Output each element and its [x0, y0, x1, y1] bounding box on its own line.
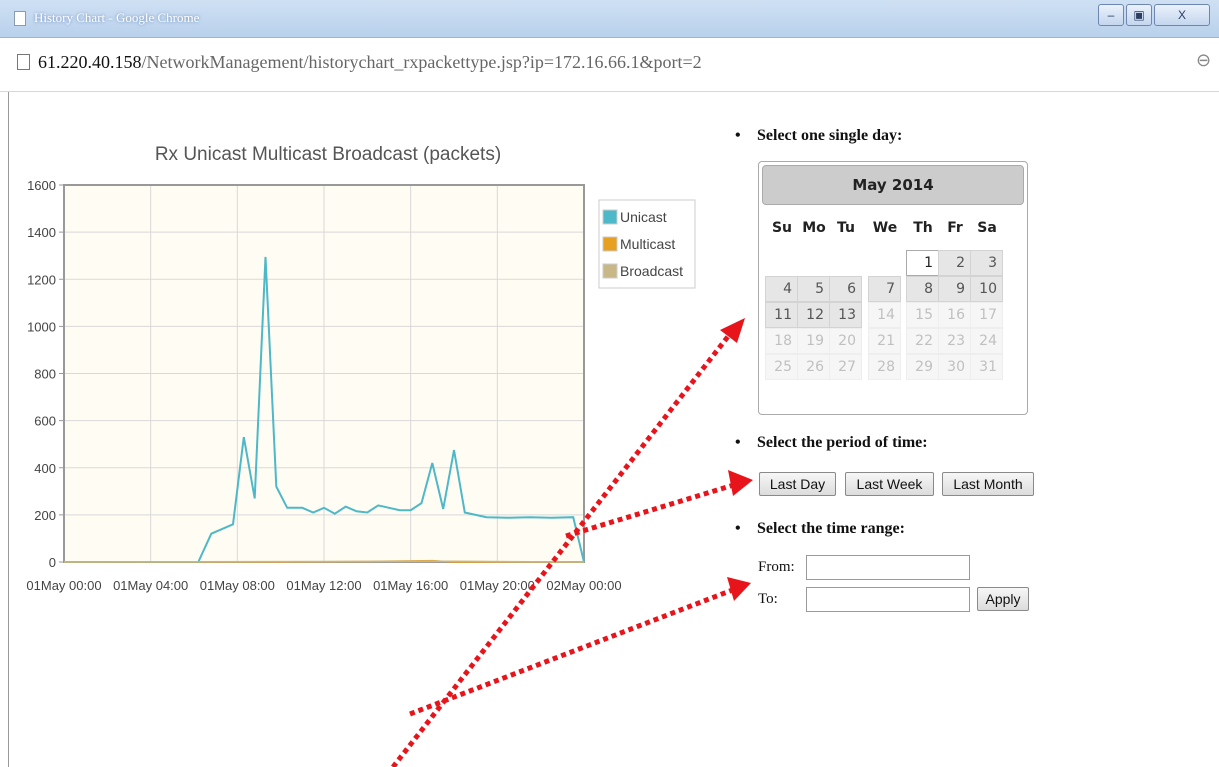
legend-swatch-multicast: [602, 236, 618, 252]
calendar-day: 15: [906, 302, 939, 328]
x-tick-label: 01May 20:00: [460, 578, 535, 593]
weekday-tu: Tu: [837, 220, 855, 236]
arrowhead-calendar: [720, 318, 745, 343]
x-tick-label: 01May 08:00: [200, 578, 275, 593]
last-day-button[interactable]: Last Day: [759, 472, 836, 496]
last-week-button[interactable]: Last Week: [845, 472, 934, 496]
calendar-day: 25: [765, 354, 798, 380]
calendar-day: 22: [906, 328, 939, 354]
calendar-day: 20: [829, 328, 862, 354]
legend-swatch-unicast: [602, 209, 618, 225]
x-tick-label: 02May 00:00: [546, 578, 621, 593]
calendar-heading-text: Select one single day:: [757, 127, 903, 144]
chart-title: Rx Unicast Multicast Broadcast (packets): [155, 144, 501, 165]
history-chart: Rx Unicast Multicast Broadcast (packets)…: [26, 144, 696, 593]
url-text[interactable]: 61.220.40.158/NetworkManagement/historyc…: [38, 52, 702, 73]
x-tick-label: 01May 04:00: [113, 578, 188, 593]
calendar-day: 17: [970, 302, 1003, 328]
arrowhead-period: [728, 470, 753, 496]
calendar-day[interactable]: 5: [797, 276, 830, 302]
calendar-day: 30: [938, 354, 971, 380]
url-path: /NetworkManagement/historychart_rxpacket…: [141, 52, 702, 72]
calendar-day[interactable]: 10: [970, 276, 1003, 302]
zoom-icon[interactable]: ⊖: [1196, 50, 1211, 71]
calendar-day: 23: [938, 328, 971, 354]
weekday-sa: Sa: [977, 220, 997, 236]
range-heading: • Select the time range:: [735, 520, 905, 537]
calendar-day[interactable]: 3: [970, 250, 1003, 276]
calendar-day: 26: [797, 354, 830, 380]
page-icon: [17, 54, 30, 70]
legend-label-multicast: Multicast: [620, 236, 675, 252]
from-label: From:: [758, 559, 795, 575]
page-icon: [14, 11, 26, 26]
calendar-day[interactable]: 11: [765, 302, 798, 328]
calendar-day: 18: [765, 328, 798, 354]
date-picker: May 2014 Su Mo Tu We Th Fr Sa 1 2 3 4 5 6 7 8 9 10 11 12 13…: [758, 161, 1028, 415]
window-title-bar: History Chart - Google Chrome – ▣ X: [0, 0, 1219, 38]
calendar-day: 31: [970, 354, 1003, 380]
weekday-fr: Fr: [947, 220, 963, 236]
calendar-day: 29: [906, 354, 939, 380]
y-tick-label: 800: [34, 367, 56, 382]
legend-label-unicast: Unicast: [620, 209, 667, 225]
close-button[interactable]: X: [1154, 4, 1210, 26]
y-tick-label: 400: [34, 461, 56, 476]
calendar-day: 28: [868, 354, 901, 380]
last-month-button[interactable]: Last Month: [942, 472, 1034, 496]
weekday-th: Th: [913, 220, 933, 236]
legend-swatch-broadcast: [602, 263, 618, 279]
to-input[interactable]: [806, 587, 970, 612]
y-tick-label: 0: [49, 555, 56, 570]
from-input[interactable]: [806, 555, 970, 580]
window-title: History Chart - Google Chrome: [34, 10, 200, 25]
calendar-heading: • Select one single day:: [735, 127, 903, 144]
calendar-day[interactable]: 13: [829, 302, 862, 328]
to-label: To:: [758, 591, 778, 607]
x-tick-label: 01May 00:00: [26, 578, 101, 593]
calendar-day[interactable]: 7: [868, 276, 901, 302]
calendar-day: 19: [797, 328, 830, 354]
calendar-day[interactable]: 12: [797, 302, 830, 328]
y-tick-label: 1600: [27, 178, 56, 193]
arrowhead-range: [727, 577, 751, 601]
y-tick-label: 600: [34, 414, 56, 429]
calendar-day[interactable]: 9: [938, 276, 971, 302]
maximize-button[interactable]: ▣: [1126, 4, 1152, 26]
y-tick-label: 1000: [27, 319, 56, 334]
x-tick-label: 01May 16:00: [373, 578, 448, 593]
address-bar[interactable]: 61.220.40.158/NetworkManagement/historyc…: [0, 38, 1219, 92]
calendar-day: 16: [938, 302, 971, 328]
calendar-month-title: May 2014: [762, 165, 1024, 205]
calendar-day[interactable]: 2: [938, 250, 971, 276]
weekday-we: We: [872, 220, 898, 236]
calendar-day[interactable]: 4: [765, 276, 798, 302]
series-line-broadcast: [63, 560, 585, 563]
range-heading-text: Select the time range:: [757, 520, 905, 537]
calendar-day[interactable]: 8: [906, 276, 939, 302]
y-tick-label: 200: [34, 508, 56, 523]
period-heading: • Select the period of time:: [735, 434, 928, 451]
y-tick-label: 1400: [27, 225, 56, 240]
calendar-day[interactable]: 1: [906, 250, 939, 276]
apply-button[interactable]: Apply: [977, 587, 1029, 611]
calendar-day[interactable]: 6: [829, 276, 862, 302]
calendar-day: 27: [829, 354, 862, 380]
calendar-day: 14: [868, 302, 901, 328]
period-heading-text: Select the period of time:: [757, 434, 928, 451]
weekday-mo: Mo: [802, 220, 826, 236]
legend-label-broadcast: Broadcast: [620, 263, 683, 279]
weekday-su: Su: [771, 220, 793, 236]
minimize-button[interactable]: –: [1098, 4, 1124, 26]
y-tick-label: 1200: [27, 272, 56, 287]
x-tick-label: 01May 12:00: [286, 578, 361, 593]
calendar-day: 21: [868, 328, 901, 354]
url-host: 61.220.40.158: [38, 52, 142, 72]
calendar-day: 24: [970, 328, 1003, 354]
